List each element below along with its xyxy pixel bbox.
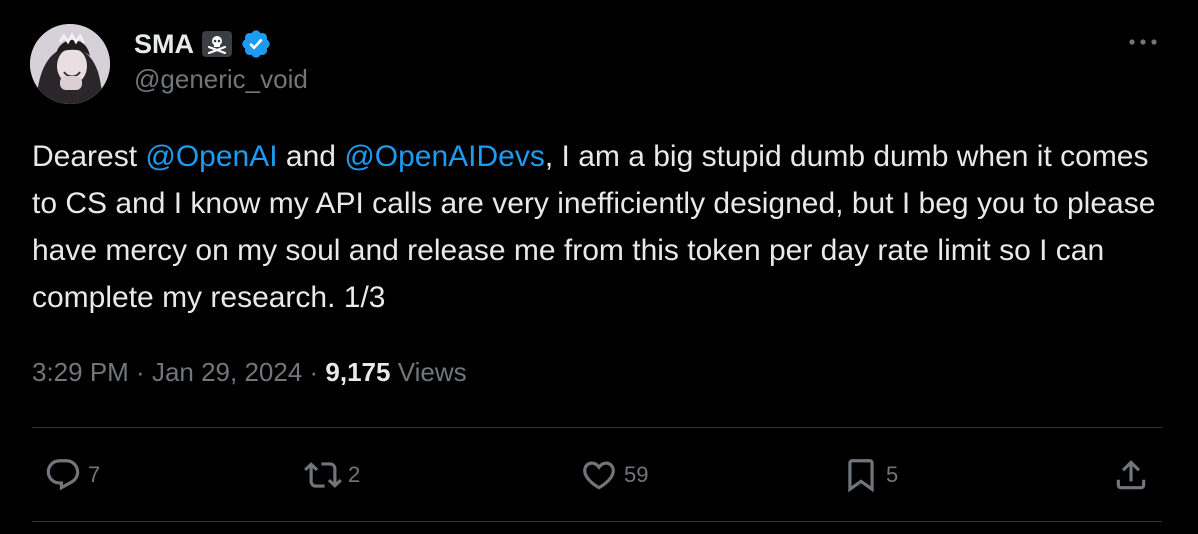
mention-link[interactable]: @OpenAIDevs — [344, 140, 545, 173]
author-name[interactable]: SMA — [134, 29, 194, 60]
bookmark-icon — [848, 459, 874, 493]
tweet-text: Dearest @OpenAI and @OpenAIDevs, I am a … — [32, 133, 1172, 321]
avatar-image — [30, 24, 110, 104]
meta-separator: · — [128, 357, 152, 387]
reply-count: 7 — [88, 462, 101, 487]
avatar[interactable] — [30, 24, 110, 104]
more-options-button[interactable] — [1122, 30, 1164, 54]
action-bar: 7 2 59 5 — [0, 450, 1198, 504]
divider — [32, 427, 1162, 428]
author-name-row: SMA — [134, 26, 272, 62]
like-button[interactable]: 59 — [580, 456, 648, 494]
more-horizontal-icon — [1129, 39, 1157, 45]
like-count: 59 — [624, 462, 649, 487]
verified-badge-icon — [242, 30, 270, 58]
repost-icon — [304, 462, 342, 488]
reply-button[interactable]: 7 — [44, 456, 100, 494]
views-label: Views — [390, 357, 467, 387]
heart-icon — [583, 461, 615, 490]
share-button[interactable] — [1112, 456, 1150, 494]
bookmark-button[interactable]: 5 — [842, 456, 898, 494]
repost-count: 2 — [348, 462, 361, 487]
tweet-time[interactable]: 3:29 PM — [32, 357, 129, 387]
reply-icon — [46, 459, 80, 491]
tweet-text-part: Dearest — [32, 140, 146, 173]
meta-separator: · — [302, 357, 326, 387]
divider — [32, 521, 1162, 522]
views-count: 9,175 — [325, 357, 391, 387]
author-handle[interactable]: @generic_void — [134, 64, 308, 95]
mention-link[interactable]: @OpenAI — [145, 140, 277, 173]
bookmark-count: 5 — [886, 462, 899, 487]
tweet-date[interactable]: Jan 29, 2024 — [152, 357, 302, 387]
tweet-meta: 3:29 PM · Jan 29, 2024 · 9,175 Views — [32, 357, 467, 388]
skull-and-crossbones-icon — [202, 31, 232, 57]
share-icon — [1116, 460, 1146, 490]
tweet-text-part: and — [277, 140, 345, 173]
repost-button[interactable]: 2 — [304, 456, 360, 494]
